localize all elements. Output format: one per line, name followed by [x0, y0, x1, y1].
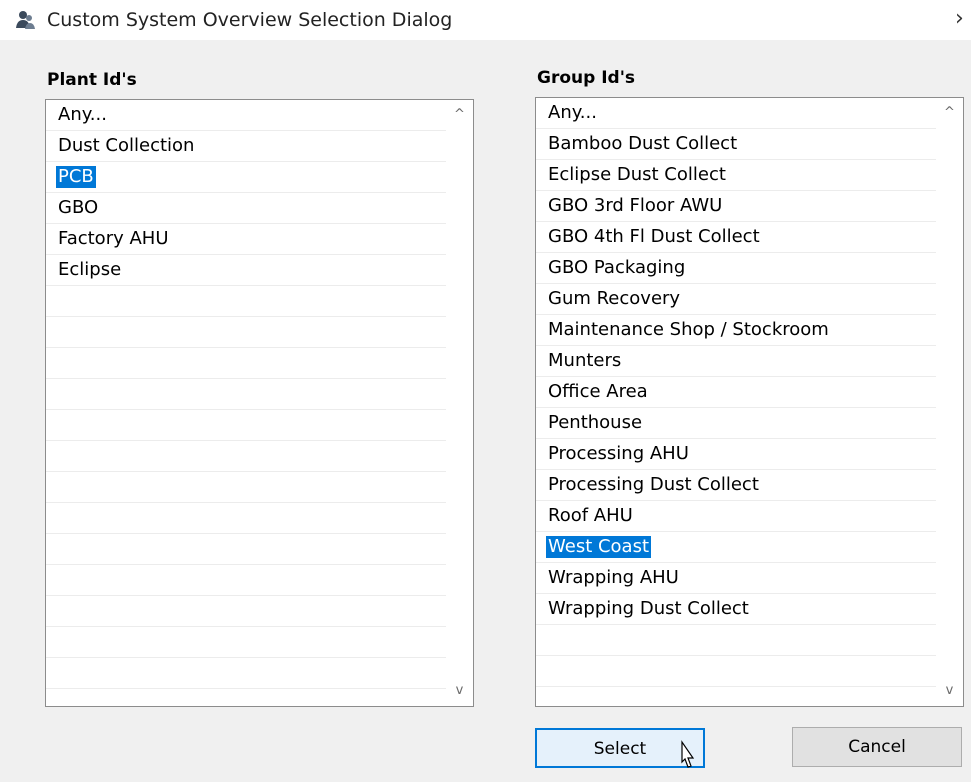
list-item-label: PCB	[56, 166, 96, 188]
list-item[interactable]: Any...	[46, 100, 446, 131]
list-item-label: GBO 3rd Floor AWU	[548, 195, 723, 216]
list-item[interactable]: Any...	[536, 98, 936, 129]
group-ids-label: Group Id's	[537, 68, 636, 88]
list-item[interactable]	[46, 441, 446, 472]
list-item[interactable]	[46, 472, 446, 503]
scroll-up-icon[interactable]: ^	[936, 102, 963, 124]
list-item[interactable]	[46, 410, 446, 441]
list-item[interactable]: Eclipse	[46, 255, 446, 286]
list-item[interactable]	[46, 379, 446, 410]
plant-scrollbar[interactable]: ^ v	[446, 100, 473, 706]
list-item[interactable]: Penthouse	[536, 408, 936, 439]
list-item[interactable]: Processing AHU	[536, 439, 936, 470]
scroll-down-icon[interactable]: v	[936, 680, 963, 702]
list-item-label: Any...	[548, 102, 597, 123]
list-item[interactable]: Roof AHU	[536, 501, 936, 532]
window-title: Custom System Overview Selection Dialog	[47, 9, 453, 31]
list-item[interactable]	[536, 656, 936, 687]
list-item[interactable]: GBO Packaging	[536, 253, 936, 284]
list-item[interactable]: Maintenance Shop / Stockroom	[536, 315, 936, 346]
list-item-label: Eclipse	[58, 259, 122, 280]
list-item[interactable]	[46, 658, 446, 689]
list-item[interactable]: PCB	[46, 162, 446, 193]
list-item-label: Processing Dust Collect	[548, 474, 759, 495]
list-item-label: GBO Packaging	[548, 257, 686, 278]
list-item[interactable]	[46, 317, 446, 348]
list-item-label: GBO 4th Fl Dust Collect	[548, 226, 760, 247]
plant-ids-listbox[interactable]: Any... Dust Collection PCB GBO Factory AHU Ec…	[45, 99, 474, 707]
list-item-label: Factory AHU	[58, 228, 169, 249]
list-item-label: West Coast	[546, 536, 652, 558]
scroll-down-icon[interactable]: v	[446, 680, 473, 702]
list-item[interactable]	[536, 625, 936, 656]
list-item[interactable]: Wrapping Dust Collect	[536, 594, 936, 625]
list-item[interactable]	[46, 565, 446, 596]
list-item[interactable]: Munters	[536, 346, 936, 377]
people-icon	[16, 11, 35, 29]
list-item-label: Any...	[58, 104, 107, 125]
list-item[interactable]: Gum Recovery	[536, 284, 936, 315]
list-item[interactable]: Bamboo Dust Collect	[536, 129, 936, 160]
list-item-label: GBO	[58, 197, 99, 218]
list-item[interactable]	[46, 627, 446, 658]
plant-ids-label: Plant Id's	[47, 70, 137, 90]
list-item-label: Munters	[548, 350, 622, 371]
list-item-label: Penthouse	[548, 412, 643, 433]
list-item[interactable]: Office Area	[536, 377, 936, 408]
list-item-label: Dust Collection	[58, 135, 195, 156]
mouse-cursor-icon	[681, 740, 695, 768]
plant-ids-rows: Any... Dust Collection PCB GBO Factory AHU Ec…	[46, 100, 446, 689]
group-ids-listbox[interactable]: Any... Bamboo Dust Collect Eclipse Dust Co…	[535, 97, 964, 707]
group-ids-rows: Any... Bamboo Dust Collect Eclipse Dust Co…	[536, 98, 936, 687]
list-item-label: Office Area	[548, 381, 648, 402]
list-item[interactable]: Processing Dust Collect	[536, 470, 936, 501]
list-item-label: Wrapping AHU	[548, 567, 679, 588]
list-item[interactable]	[46, 348, 446, 379]
list-item-label: Wrapping Dust Collect	[548, 598, 749, 619]
list-item[interactable]: GBO 3rd Floor AWU	[536, 191, 936, 222]
list-item[interactable]: Dust Collection	[46, 131, 446, 162]
group-scrollbar[interactable]: ^ v	[936, 98, 963, 706]
list-item[interactable]	[46, 286, 446, 317]
list-item-label: Gum Recovery	[548, 288, 681, 309]
list-item[interactable]: GBO 4th Fl Dust Collect	[536, 222, 936, 253]
list-item-label: Maintenance Shop / Stockroom	[548, 319, 829, 340]
list-item-label: Eclipse Dust Collect	[548, 164, 726, 185]
list-item[interactable]	[46, 534, 446, 565]
list-item-label: Processing AHU	[548, 443, 689, 464]
list-item[interactable]: Eclipse Dust Collect	[536, 160, 936, 191]
list-item[interactable]	[46, 596, 446, 627]
list-item[interactable]: Wrapping AHU	[536, 563, 936, 594]
list-item[interactable]: Factory AHU	[46, 224, 446, 255]
list-item-label: Roof AHU	[548, 505, 633, 526]
list-item[interactable]	[46, 503, 446, 534]
list-item-label: Bamboo Dust Collect	[548, 133, 738, 154]
close-icon[interactable]: ›	[955, 6, 964, 31]
scroll-up-icon[interactable]: ^	[446, 104, 473, 126]
cancel-button[interactable]: Cancel	[792, 727, 962, 767]
list-item[interactable]: West Coast	[536, 532, 936, 563]
title-bar: Custom System Overview Selection Dialog …	[0, 0, 971, 40]
list-item[interactable]: GBO	[46, 193, 446, 224]
